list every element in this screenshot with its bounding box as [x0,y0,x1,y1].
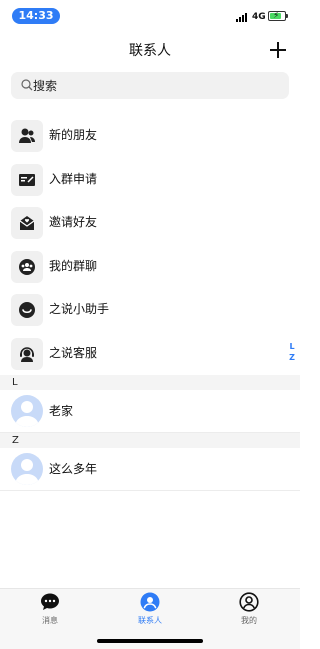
chat-bubble-icon [40,592,60,612]
assistant-icon [11,294,43,326]
menu-item-label: 入群申请 [49,171,98,186]
profile-icon [239,592,259,612]
join-group-request-icon [11,163,43,196]
menu-item-label: 之说客服 [49,345,98,360]
menu-item-label: 我的群聊 [49,258,98,273]
default-avatar-icon [11,395,43,427]
search-input[interactable] [33,75,273,96]
status-bar: 14:33 4G ⚡ [0,0,300,30]
customer-service-icon [11,337,43,370]
menu-item-label: 邀请好友 [49,215,98,229]
menu-item-join-requests[interactable]: 入群申请 [0,158,300,202]
alphabet-index[interactable]: L Z [287,341,297,363]
network-type: 4G [252,12,266,22]
menu-item-label: 之说小助手 [49,302,110,316]
contacts-icon [140,592,160,612]
menu-item-new-friends[interactable]: 新的朋友 [0,114,300,158]
tab-label: 联系人 [138,616,162,625]
tab-label: 我的 [241,616,257,625]
index-letter-z[interactable]: Z [287,352,297,363]
section-header-z: Z [0,433,300,448]
battery-charging-icon: ⚡ [268,11,288,21]
default-avatar-icon [11,453,43,485]
menu-item-label: 新的朋友 [49,128,98,142]
plus-icon[interactable] [268,39,288,61]
index-letter-l[interactable]: L [287,341,297,352]
invite-friends-icon [11,207,43,239]
tab-messages[interactable]: 消息 [20,592,80,628]
home-indicator [97,639,203,643]
header: 联系人 [0,38,300,64]
signal-bars-icon [236,13,250,22]
search-bar[interactable] [11,72,289,99]
group-chat-icon [11,250,43,283]
contact-row[interactable]: 老家 [0,391,300,433]
menu-item-assistant[interactable]: 之说小助手 [0,288,300,332]
new-friends-icon [11,120,43,152]
menu-item-invite-friends[interactable]: 邀请好友 [0,201,300,245]
status-time: 14:33 [12,8,60,24]
feature-menu: 新的朋友 入群申请 邀请好友 我的群聊 之说小助手 之说客服 [0,114,300,375]
tab-label: 消息 [42,616,58,625]
page-title: 联系人 [129,43,171,59]
search-icon [21,79,33,91]
contact-row[interactable]: 这么多年 [0,449,300,491]
contact-name: 老家 [49,404,74,418]
menu-item-customer-service[interactable]: 之说客服 [0,332,300,376]
section-header-l: L [0,375,300,390]
menu-item-my-groups[interactable]: 我的群聊 [0,245,300,289]
contact-name: 这么多年 [49,462,98,476]
tab-contacts[interactable]: 联系人 [120,592,180,628]
tab-profile[interactable]: 我的 [219,592,279,628]
